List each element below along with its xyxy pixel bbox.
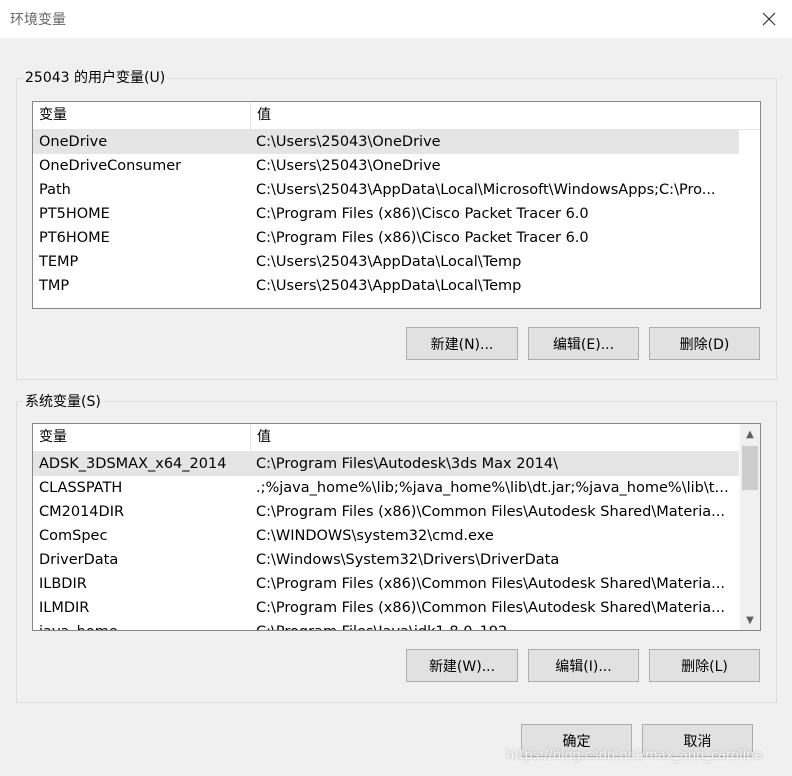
column-header-name[interactable]: 变量 [33, 424, 250, 451]
variable-value: C:\Program Files (x86)\Cisco Packet Trac… [256, 206, 589, 222]
list-item[interactable]: PT5HOME C:\Program Files (x86)\Cisco Pack… [33, 202, 739, 226]
chevron-up-icon[interactable]: ▲ [740, 424, 760, 444]
system-variables-rows: ADSK_3DSMAX_x64_2014 C:\Program Files\Aut… [33, 452, 739, 630]
variable-value: C:\WINDOWS\system32\cmd.exe [256, 528, 494, 544]
list-item[interactable]: Path C:\Users\25043\AppData\Local\Microso… [33, 178, 739, 202]
column-header-name[interactable]: 变量 [33, 102, 250, 129]
list-item[interactable]: ComSpec C:\WINDOWS\system32\cmd.exe [33, 524, 739, 548]
list-item[interactable]: DriverData C:\Windows\System32\Drivers\Dr… [33, 548, 739, 572]
close-button[interactable] [746, 0, 792, 38]
variable-name: ILMDIR [39, 600, 90, 616]
variable-value: C:\Users\25043\OneDrive [256, 158, 441, 174]
variable-value: C:\Program Files (x86)\Common Files\Auto… [256, 504, 725, 520]
list-item[interactable]: CM2014DIR C:\Program Files (x86)\Common F… [33, 500, 739, 524]
title-bar: 环境变量 [0, 0, 792, 38]
variable-value: C:\Program Files (x86)\Common Files\Auto… [256, 576, 725, 592]
variable-name: ADSK_3DSMAX_x64_2014 [39, 456, 227, 472]
variable-name: java_home [39, 620, 247, 630]
list-header: 变量 值 [33, 102, 760, 130]
column-header-value[interactable]: 值 [251, 102, 737, 129]
list-item[interactable]: ADSK_3DSMAX_x64_2014 C:\Program Files\Aut… [33, 452, 739, 476]
variable-value: C:\Program Files (x86)\Cisco Packet Trac… [256, 230, 589, 246]
variable-name: PT6HOME [39, 230, 110, 246]
variable-name: CLASSPATH [39, 480, 123, 496]
variable-name: ComSpec [39, 528, 108, 544]
variable-name: TMP [39, 278, 70, 294]
user-edit-button[interactable]: 编辑(E)... [528, 327, 639, 360]
list-item[interactable]: ILBDIR C:\Program Files (x86)\Common File… [33, 572, 739, 596]
list-item[interactable]: TMP C:\Users\25043\AppData\Local\Temp [33, 274, 739, 298]
list-header: 变量 值 [33, 424, 741, 452]
user-delete-button[interactable]: 删除(D) [649, 327, 760, 360]
variable-name: DriverData [39, 552, 119, 568]
system-variables-list[interactable]: 变量 值 ADSK_3DSMAX_x64_2014 C:\Program File… [32, 423, 761, 631]
watermark: https://blog.csdn.net/max_and_caroline [506, 748, 763, 763]
variable-name: TEMP [39, 254, 79, 270]
system-new-button[interactable]: 新建(W)... [406, 649, 518, 682]
list-item[interactable]: OneDrive C:\Users\25043\OneDrive [33, 130, 739, 154]
variable-name: ILBDIR [39, 576, 87, 592]
variable-name: Path [39, 182, 71, 198]
window-title: 环境变量 [10, 12, 66, 28]
variable-value: C:\Users\25043\AppData\Local\Temp [256, 278, 522, 294]
variable-value: C:\Users\25043\AppData\Local\Microsoft\W… [256, 182, 716, 198]
variable-name: PT5HOME [39, 206, 110, 222]
list-item[interactable]: CLASSPATH .;%java_home%\lib;%java_home%\l… [33, 476, 739, 500]
variable-value: C:\Windows\System32\Drivers\DriverData [256, 552, 560, 568]
system-variables-label: 系统变量(S) [23, 393, 103, 411]
user-new-button[interactable]: 新建(N)... [406, 327, 518, 360]
user-variables-list[interactable]: 变量 值 OneDrive C:\Users\25043\OneDrive OneD… [32, 101, 761, 309]
list-item[interactable]: TEMP C:\Users\25043\AppData\Local\Temp [33, 250, 739, 274]
variable-name: OneDrive [39, 134, 108, 150]
scrollbar-thumb[interactable] [742, 446, 758, 490]
variable-value: C:\Users\25043\AppData\Local\Temp [256, 254, 522, 270]
user-variables-rows: OneDrive C:\Users\25043\OneDrive OneDriveC… [33, 130, 739, 298]
list-item[interactable]: java_home C:\Program Files\Java\jdk1.8.0_… [33, 620, 739, 630]
variable-value: .;%java_home%\lib;%java_home%\lib\dt.jar… [256, 480, 733, 496]
variable-value: C:\Program Files\Java\jdk1.8.0_192 [256, 620, 733, 630]
list-item[interactable]: ILMDIR C:\Program Files (x86)\Common File… [33, 596, 739, 620]
list-item[interactable]: PT6HOME C:\Program Files (x86)\Cisco Pack… [33, 226, 739, 250]
variable-value: C:\Program Files (x86)\Common Files\Auto… [256, 600, 725, 616]
user-variables-label: 25043 的用户变量(U) [23, 69, 168, 87]
variable-value: C:\Users\25043\OneDrive [256, 134, 441, 150]
list-item[interactable]: OneDriveConsumer C:\Users\25043\OneDrive [33, 154, 739, 178]
chevron-down-icon[interactable]: ▼ [740, 610, 760, 630]
variable-name: OneDriveConsumer [39, 158, 182, 174]
close-icon [762, 12, 776, 26]
variable-name: CM2014DIR [39, 504, 125, 520]
variable-value: C:\Program Files\Autodesk\3ds Max 2014\ [256, 456, 558, 472]
vertical-scrollbar[interactable]: ▲ ▼ [740, 424, 760, 630]
system-edit-button[interactable]: 编辑(I)... [528, 649, 639, 682]
column-header-value[interactable]: 值 [251, 424, 737, 451]
system-delete-button[interactable]: 删除(L) [649, 649, 760, 682]
